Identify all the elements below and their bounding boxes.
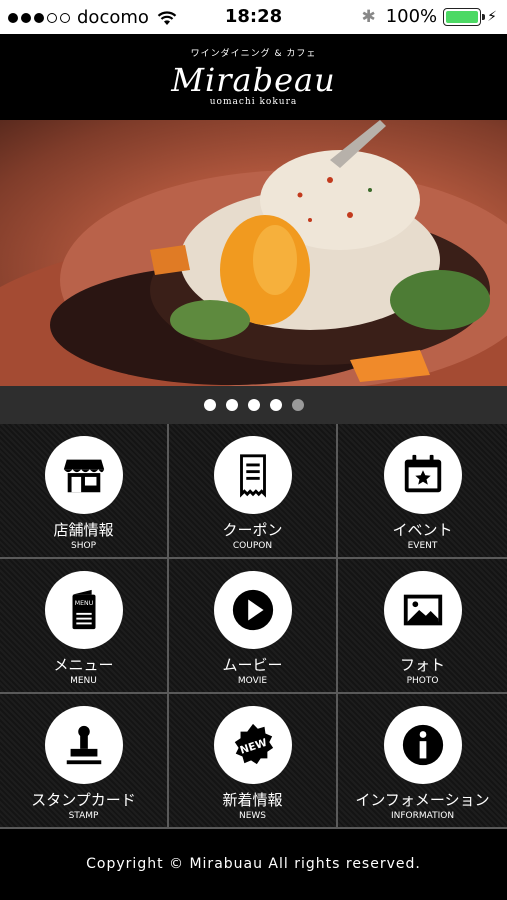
menu-label-jp: フォト bbox=[399, 656, 445, 674]
slider-dot[interactable] bbox=[203, 399, 216, 411]
menu-label-en: MENU bbox=[70, 676, 97, 686]
main-menu-grid: 店舗情報 SHOP クーポン COUPON イベント EVENT MENU メニ… bbox=[0, 424, 507, 829]
menu-label-jp: クーポン bbox=[222, 521, 283, 539]
charging-bolt-icon: ⚡ bbox=[487, 8, 497, 25]
menu-label-jp: イベント bbox=[392, 521, 453, 539]
coupon-icon bbox=[213, 436, 292, 514]
slider-dot[interactable] bbox=[269, 399, 282, 411]
menu-label-jp: スタンプカード bbox=[31, 791, 136, 809]
menu-label-jp: 新着情報 bbox=[222, 791, 283, 809]
bluetooth-icon: ✱ bbox=[361, 6, 376, 27]
shop-icon bbox=[44, 436, 123, 514]
signal-dot-icon bbox=[8, 12, 18, 23]
menu-label-en: INFORMATION bbox=[390, 811, 455, 821]
hero-slider[interactable] bbox=[0, 120, 507, 386]
play-icon bbox=[213, 571, 292, 649]
menu-item-event[interactable]: イベント EVENT bbox=[338, 424, 507, 559]
menu-item-shop[interactable]: 店舗情報 SHOP bbox=[0, 424, 169, 559]
menu-item-stamp[interactable]: スタンプカード STAMP bbox=[0, 694, 169, 829]
event-calendar-icon bbox=[383, 436, 462, 514]
news-badge-icon: NEW bbox=[213, 706, 292, 784]
menu-item-photo[interactable]: フォト PHOTO bbox=[338, 559, 507, 694]
menu-label-en: STAMP bbox=[68, 811, 99, 821]
stamp-icon bbox=[44, 706, 123, 784]
signal-dot-icon bbox=[34, 12, 44, 23]
menu-label-en: SHOP bbox=[71, 541, 96, 551]
status-left: docomo bbox=[8, 7, 177, 28]
logo-kana: ワインダイニング & カフェ bbox=[190, 49, 317, 59]
status-bar: docomo 18:28 ✱ 100% ⚡ bbox=[0, 0, 507, 34]
hero-food-image bbox=[0, 120, 507, 386]
signal-dot-icon bbox=[21, 12, 31, 23]
menu-item-coupon[interactable]: クーポン COUPON bbox=[169, 424, 338, 559]
copyright-text: Copyright © Mirabuau All rights reserved… bbox=[86, 856, 421, 872]
brand-logo[interactable]: Mirabeau bbox=[0, 61, 507, 99]
wifi-icon bbox=[157, 10, 177, 25]
slider-dot-active[interactable] bbox=[291, 399, 304, 411]
slider-dot[interactable] bbox=[247, 399, 260, 411]
menu-item-information[interactable]: インフォメーション INFORMATION bbox=[338, 694, 507, 829]
battery-icon bbox=[443, 7, 486, 26]
logo-location: uomachi kokura bbox=[209, 97, 298, 107]
menu-label-jp: ムービー bbox=[222, 656, 283, 674]
signal-dot-empty-icon bbox=[47, 12, 57, 23]
photo-icon bbox=[383, 571, 462, 649]
info-icon bbox=[383, 706, 462, 784]
menu-book-icon: MENU bbox=[44, 571, 123, 649]
carrier-name: docomo bbox=[77, 7, 149, 28]
menu-label-jp: 店舗情報 bbox=[53, 521, 114, 539]
menu-item-movie[interactable]: ムービー MOVIE bbox=[169, 559, 338, 694]
app-header: ワインダイニング & カフェ Mirabeau uomachi kokura bbox=[0, 34, 507, 120]
footer: Copyright © Mirabuau All rights reserved… bbox=[0, 829, 507, 900]
menu-label-en: COUPON bbox=[232, 541, 273, 551]
menu-item-news[interactable]: NEW 新着情報 NEWS bbox=[169, 694, 338, 829]
status-right: ✱ 100% ⚡ bbox=[361, 6, 497, 27]
menu-label-en: PHOTO bbox=[406, 676, 439, 686]
menu-label-jp: インフォメーション bbox=[355, 791, 490, 809]
menu-label-en: EVENT bbox=[407, 541, 438, 551]
battery-percent: 100% bbox=[385, 6, 438, 27]
svg-text:MENU: MENU bbox=[74, 600, 93, 607]
menu-label-en: NEWS bbox=[238, 811, 267, 821]
menu-label-en: MOVIE bbox=[237, 676, 268, 686]
signal-dot-empty-icon bbox=[60, 12, 70, 23]
menu-label-jp: メニュー bbox=[53, 656, 114, 674]
slider-dot[interactable] bbox=[225, 399, 238, 411]
slider-dots bbox=[0, 386, 507, 424]
menu-item-menu[interactable]: MENU メニュー MENU bbox=[0, 559, 169, 694]
